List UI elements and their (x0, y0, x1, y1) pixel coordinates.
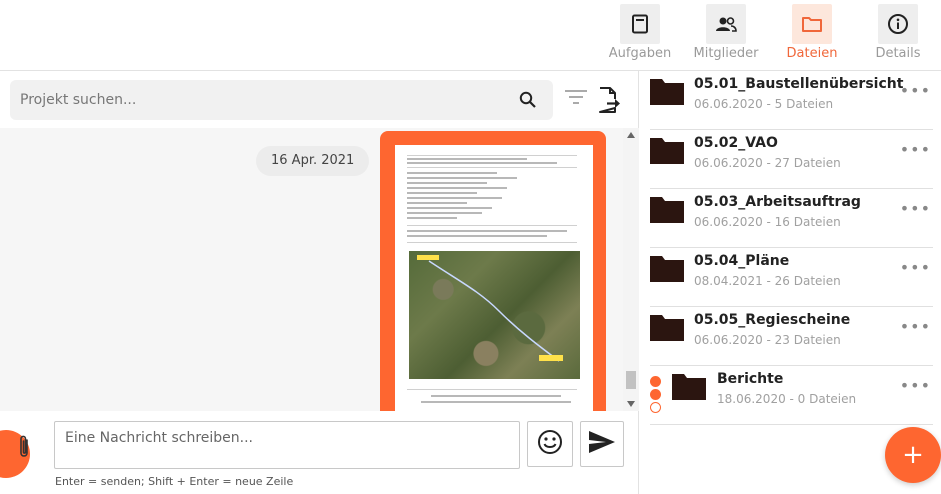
folder-name: 05.01_Baustellenübersicht (694, 76, 904, 92)
project-search (10, 80, 553, 120)
tab-dateien[interactable]: Dateien (775, 4, 849, 66)
export-file-icon[interactable] (598, 86, 622, 118)
folder-row[interactable]: 05.04_Pläne 08.04.2021 - 26 Dateien ••• (650, 248, 933, 307)
chat-pane: 16 Apr. 2021 (0, 71, 639, 494)
folder-row[interactable]: 05.05_Regiescheine 06.06.2020 - 23 Datei… (650, 307, 933, 366)
folder-row[interactable]: 05.02_VAO 06.06.2020 - 27 Dateien ••• (650, 130, 933, 189)
info-icon (878, 4, 918, 44)
app-root: Aufgaben Mitglieder Dateien Details Proj… (0, 0, 941, 494)
folder-icon (650, 136, 684, 168)
tree-indicator-icon (650, 376, 662, 415)
folder-icon (650, 254, 684, 286)
top-nav: Aufgaben Mitglieder Dateien Details (0, 0, 941, 71)
tab-aufgaben-label: Aufgaben (608, 46, 672, 61)
tab-dateien-label: Dateien (786, 46, 838, 61)
folder-row[interactable]: Berichte 18.06.2020 - 0 Dateien ••• (650, 366, 933, 425)
filter-icon[interactable] (564, 89, 588, 111)
scroll-up-icon[interactable] (627, 132, 635, 138)
more-options-icon[interactable]: ••• (900, 376, 931, 395)
folder-icon (672, 372, 706, 404)
message-list[interactable]: 16 Apr. 2021 (0, 128, 623, 411)
message-input[interactable] (54, 421, 520, 469)
emoji-button[interactable] (527, 421, 573, 467)
folder-meta: 06.06.2020 - 16 Dateien (694, 215, 841, 229)
tab-aufgaben[interactable]: Aufgaben (603, 4, 677, 66)
paperclip-icon[interactable] (14, 434, 34, 464)
more-options-icon[interactable]: ••• (900, 81, 931, 100)
send-button[interactable] (580, 421, 624, 467)
tab-mitglieder-label: Mitglieder (693, 46, 759, 61)
folder-icon (650, 313, 684, 345)
folder-meta: 18.06.2020 - 0 Dateien (717, 392, 857, 406)
tab-details[interactable]: Details (861, 4, 935, 66)
folder-meta: 06.06.2020 - 27 Dateien (694, 156, 841, 170)
more-options-icon[interactable]: ••• (900, 140, 931, 159)
folder-name: Berichte (717, 371, 784, 387)
search-icon[interactable] (519, 91, 537, 113)
folder-name: 05.04_Pläne (694, 253, 790, 269)
folder-icon (650, 77, 684, 109)
folder-meta: 06.06.2020 - 23 Dateien (694, 333, 841, 347)
add-button[interactable]: + (885, 427, 941, 483)
smiley-icon (537, 429, 563, 459)
more-options-icon[interactable]: ••• (900, 258, 931, 277)
date-chip: 16 Apr. 2021 (256, 146, 370, 176)
scroll-down-icon[interactable] (627, 401, 635, 407)
folder-name: 05.03_Arbeitsauftrag (694, 194, 861, 210)
folder-name: 05.05_Regiescheine (694, 312, 851, 328)
members-icon (706, 4, 746, 44)
folder-row[interactable]: 05.03_Arbeitsauftrag 06.06.2020 - 16 Dat… (650, 189, 933, 248)
tab-mitglieder[interactable]: Mitglieder (689, 4, 763, 66)
clipboard-icon (620, 4, 660, 44)
search-input[interactable] (20, 80, 510, 120)
scroll-thumb[interactable] (626, 371, 636, 389)
folder-meta: 06.06.2020 - 5 Dateien (694, 97, 834, 111)
route-overlay (417, 255, 563, 362)
tab-details-label: Details (875, 46, 921, 61)
folder-row[interactable]: 05.01_Baustellenübersicht 06.06.2020 - 5… (650, 71, 933, 130)
send-icon (588, 430, 616, 458)
message-attachment[interactable] (380, 131, 606, 411)
plus-icon: + (902, 440, 924, 470)
folder-icon (650, 195, 684, 227)
document-thumbnail[interactable] (395, 145, 593, 411)
composer-hint: Enter = senden; Shift + Enter = neue Zei… (55, 475, 294, 488)
more-options-icon[interactable]: ••• (900, 317, 931, 336)
files-pane: 05.01_Baustellenübersicht 06.06.2020 - 5… (640, 71, 941, 494)
message-scrollbar[interactable] (623, 128, 639, 411)
more-options-icon[interactable]: ••• (900, 199, 931, 218)
folder-icon (792, 4, 832, 44)
folder-name: 05.02_VAO (694, 135, 778, 151)
folder-meta: 08.04.2021 - 26 Dateien (694, 274, 841, 288)
